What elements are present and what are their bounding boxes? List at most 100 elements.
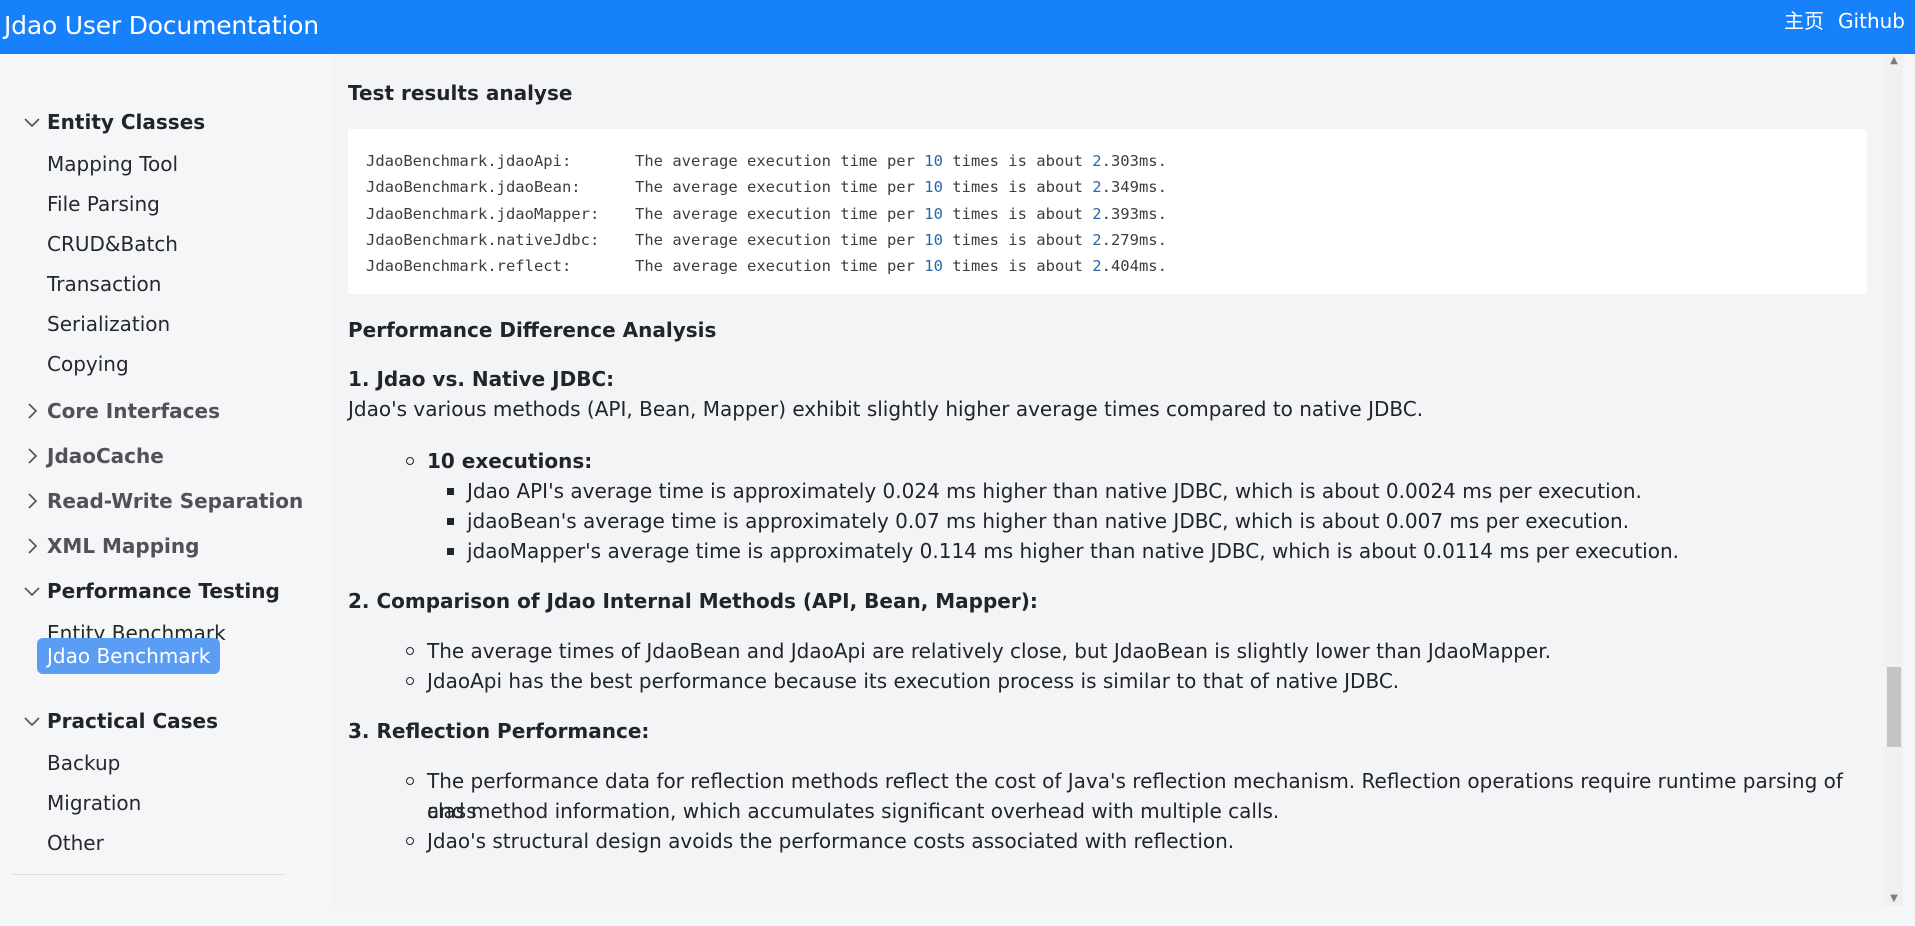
sidebar-group-jdaocache[interactable]: JdaoCache [20, 439, 164, 473]
bullet-circle-icon [406, 777, 414, 785]
section2-item: JdaoApi has the best performance because… [427, 669, 1400, 693]
section1-sub-item: jdaoBean's average time is approximately… [467, 509, 1630, 533]
bullet-circle-icon [406, 837, 414, 845]
sidebar-group-label: Read-Write Separation [47, 489, 304, 513]
chevron-right-icon [20, 444, 44, 468]
code-number: 2 [1092, 230, 1102, 249]
code-text: times is about [942, 230, 1093, 249]
section1-title: 1. Jdao vs. Native JDBC: [348, 367, 615, 391]
bullet-circle-icon [406, 457, 414, 465]
code-number: 10 [924, 204, 943, 223]
sidebar-group-label: Performance Testing [47, 579, 280, 603]
sidebar-item-other[interactable]: Other [37, 825, 114, 861]
code-number: 2 [1092, 178, 1102, 197]
sidebar-group-label: JdaoCache [47, 444, 164, 468]
sidebar-group-read-write-separation[interactable]: Read-Write Separation [20, 484, 303, 518]
scroll-up-arrow-icon[interactable]: ▲ [1885, 54, 1903, 68]
scrollbar-thumb[interactable] [1887, 667, 1901, 747]
code-line: JdaoBenchmark.jdaoBean: The average execu… [366, 174, 1849, 200]
section2-item: The average times of JdaoBean and JdaoAp… [427, 639, 1551, 663]
sidebar: Entity Classes Mapping Tool File Parsing… [0, 54, 317, 926]
code-text: The average execution time per [635, 257, 925, 276]
code-line: JdaoBenchmark.reflect: The average execut… [366, 253, 1849, 279]
code-text: The average execution time per [635, 230, 925, 249]
test-results-heading: Test results analyse [348, 81, 573, 105]
sidebar-item-transaction[interactable]: Transaction [37, 266, 171, 302]
code-text: .349ms. [1101, 178, 1167, 197]
chevron-down-icon [20, 110, 44, 134]
code-text: The average execution time per [635, 152, 925, 170]
code-method: JdaoBenchmark.jdaoBean: [366, 178, 581, 197]
code-method: JdaoBenchmark.reflect: [366, 257, 572, 276]
chevron-right-icon [20, 534, 44, 558]
sidebar-item-crud-batch[interactable]: CRUD&Batch [37, 226, 188, 262]
section3-item: Jdao's structural design avoids the perf… [427, 829, 1235, 853]
bullet-square-icon [447, 518, 454, 525]
code-number: 2 [1092, 152, 1102, 170]
code-number: 10 [924, 178, 943, 197]
section1-sub-title: 10 executions: [427, 449, 593, 473]
code-text: times is about [942, 178, 1093, 197]
sidebar-group-label: Core Interfaces [47, 399, 220, 423]
code-text: .279ms. [1101, 230, 1167, 249]
sidebar-item-backup[interactable]: Backup [37, 745, 130, 781]
bullet-square-icon [447, 548, 454, 555]
code-number: 10 [924, 230, 943, 249]
bullet-circle-icon [406, 677, 414, 685]
nav-link-github[interactable]: Github [1838, 9, 1905, 33]
code-text: .303ms. [1101, 152, 1167, 170]
chevron-down-icon [20, 579, 44, 603]
top-navbar: Jdao User Documentation 主页 Github [0, 0, 1915, 54]
code-text: The average execution time per [635, 178, 925, 197]
code-text: times is about [942, 152, 1093, 170]
section1-sub-item: Jdao API's average time is approximately… [467, 479, 1642, 503]
nav-link-home[interactable]: 主页 [1784, 9, 1824, 33]
sidebar-group-entity-classes[interactable]: Entity Classes [20, 105, 205, 139]
code-text: The average execution time per [635, 204, 925, 223]
code-method: JdaoBenchmark.jdaoApi: [366, 152, 572, 170]
code-number: 2 [1092, 204, 1102, 223]
sidebar-group-practical-cases[interactable]: Practical Cases [20, 704, 218, 738]
code-text: times is about [942, 257, 1093, 276]
code-line: JdaoBenchmark.jdaoApi: The average execut… [366, 148, 1849, 174]
code-number: 10 [924, 152, 943, 170]
code-text: .393ms. [1101, 204, 1167, 223]
benchmark-code-block: JdaoBenchmark.jdaoApi: The average execut… [348, 129, 1867, 294]
content-scrollbar[interactable]: ▲ ▼ [1885, 54, 1903, 906]
sidebar-item-copying[interactable]: Copying [37, 346, 139, 382]
code-number: 10 [924, 257, 943, 276]
code-method: JdaoBenchmark.jdaoMapper: [366, 204, 600, 223]
sidebar-item-serialization[interactable]: Serialization [37, 306, 180, 342]
code-text: times is about [942, 204, 1093, 223]
chevron-right-icon [20, 399, 44, 423]
bullet-square-icon [447, 488, 454, 495]
section2-title: 2. Comparison of Jdao Internal Methods (… [348, 589, 1038, 613]
section3-item-line: and method information, which accumulate… [427, 799, 1280, 823]
code-line: JdaoBenchmark.nativeJdbc: The average exe… [366, 227, 1849, 253]
sidebar-group-label: Practical Cases [47, 709, 219, 733]
site-title[interactable]: Jdao User Documentation [4, 10, 319, 42]
chevron-down-icon [20, 709, 44, 733]
scroll-down-arrow-icon[interactable]: ▼ [1885, 892, 1903, 906]
section3-title: 3. Reflection Performance: [348, 719, 650, 743]
chevron-right-icon [20, 489, 44, 513]
sidebar-item-jdao-benchmark[interactable]: Jdao Benchmark [37, 638, 221, 674]
sidebar-divider [12, 874, 286, 875]
sidebar-group-label: Entity Classes [47, 110, 206, 134]
content-bottom-strip [317, 906, 1915, 926]
sidebar-group-xml-mapping[interactable]: XML Mapping [20, 529, 199, 563]
bullet-circle-icon [406, 647, 414, 655]
perf-analysis-heading: Performance Difference Analysis [348, 318, 717, 342]
sidebar-group-performance-testing[interactable]: Performance Testing [20, 574, 280, 608]
top-nav-links: 主页 Github [1784, 9, 1905, 33]
sidebar-item-file-parsing[interactable]: File Parsing [37, 186, 170, 222]
sidebar-item-mapping-tool[interactable]: Mapping Tool [37, 146, 188, 182]
code-text: .404ms. [1101, 257, 1167, 276]
section1-intro: Jdao's various methods (API, Bean, Mappe… [348, 397, 1424, 421]
sidebar-item-migration[interactable]: Migration [37, 785, 151, 821]
code-number: 2 [1092, 257, 1102, 276]
sidebar-group-core-interfaces[interactable]: Core Interfaces [20, 394, 220, 428]
main-content: Test results analyse JdaoBenchmark.jdaoA… [332, 54, 1885, 906]
code-method: JdaoBenchmark.nativeJdbc: [366, 230, 600, 249]
section1-sub-item: jdaoMapper's average time is approximate… [467, 539, 1679, 563]
